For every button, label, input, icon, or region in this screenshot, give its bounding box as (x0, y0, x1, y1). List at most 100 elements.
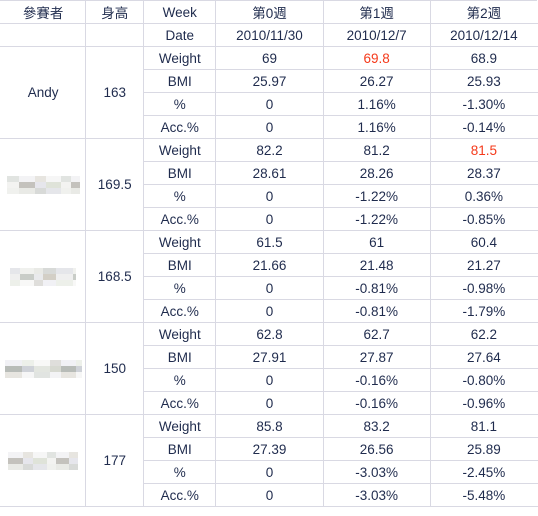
redaction-tile (45, 188, 61, 194)
redaction-tile (23, 464, 34, 470)
participant-name-3 (0, 322, 87, 415)
cell-bmi-p4-w1: 26.56 (322, 437, 431, 461)
redaction-tile (56, 464, 70, 470)
column-header-week-0: 第0週 (215, 0, 324, 24)
redaction-tile (33, 464, 48, 470)
cell-bmi-p3-w0: 27.91 (215, 345, 324, 369)
week-date-0: 2010/11/30 (215, 23, 324, 47)
cell-bmi-p4-w2: 25.89 (429, 437, 538, 461)
metric-label-weight: Weight (143, 46, 217, 70)
cell-pct-p3-w1: -0.16% (322, 368, 431, 392)
cell-bmi-p1-w1: 28.26 (322, 161, 431, 185)
cell-weight-p3-w1: 62.7 (322, 322, 431, 346)
metric-label-bmi: BMI (143, 437, 217, 461)
cell-weight-p2-w2: 60.4 (429, 230, 538, 254)
cell-pct-p3-w2: -0.80% (429, 368, 538, 392)
cell-bmi-p2-w0: 21.66 (215, 253, 324, 277)
redaction-tile (6, 188, 19, 194)
cell-acc-p2-w1: -0.81% (322, 299, 431, 323)
metric-label-acc: Acc.% (143, 483, 217, 507)
cell-weight-p1-w0: 82.2 (215, 138, 324, 162)
table-row: 177 Weight 85.8 83.2 81.1 (0, 414, 538, 507)
redaction-tile (75, 372, 82, 378)
metric-label-pct: % (143, 92, 217, 116)
cell-weight-p4-w1: 83.2 (322, 414, 431, 438)
cell-bmi-p2-w1: 21.48 (322, 253, 431, 277)
header-spacer-name (0, 23, 87, 47)
metric-label-bmi: BMI (143, 69, 217, 93)
cell-bmi-p1-w2: 28.37 (429, 161, 538, 185)
cell-weight-p2-w0: 61.5 (215, 230, 324, 254)
cell-weight-p2-w1: 61 (322, 230, 431, 254)
cell-pct-p2-w0: 0 (215, 276, 324, 300)
participant-height-3: 150 (85, 322, 145, 415)
table-row: 168.5 Weight 61.5 61 60.4 (0, 230, 538, 323)
cell-weight-p1-w1: 81.2 (322, 138, 431, 162)
cell-pct-p2-w2: -0.98% (429, 276, 538, 300)
cell-weight-p3-w0: 62.8 (215, 322, 324, 346)
cell-pct-p1-w0: 0 (215, 184, 324, 208)
cell-pct-p2-w1: -0.81% (322, 276, 431, 300)
metric-label-pct: % (143, 184, 217, 208)
cell-bmi-p0-w0: 25.97 (215, 69, 324, 93)
column-header-name: 參賽者 (0, 0, 87, 24)
metric-label-acc: Acc.% (143, 115, 217, 139)
redaction-tile (69, 464, 79, 470)
cell-pct-p4-w1: -3.03% (322, 460, 431, 484)
participant-name-1 (0, 138, 87, 231)
redaction-tile (33, 372, 50, 378)
column-header-week-2: 第2週 (429, 0, 538, 24)
weight-tracking-table: 參賽者 身高 Week 第0週 第1週 第2週 Date 2010/11/30 2010/12/… (0, 0, 538, 507)
metric-label-pct: % (143, 368, 217, 392)
cell-pct-p1-w1: -1.22% (322, 184, 431, 208)
header-row-date: Date 2010/11/30 2010/12/7 2010/12/14 (0, 23, 538, 47)
redaction-tile (70, 188, 80, 194)
participant-height-1: 169.5 (85, 138, 145, 231)
participant-name-0: Andy (0, 46, 87, 139)
header-spacer-height (85, 23, 145, 47)
redaction-tile (60, 372, 76, 378)
metric-label-weight: Weight (143, 230, 217, 254)
week-date-1: 2010/12/7 (322, 23, 431, 47)
cell-weight-p0-w0: 69 (215, 46, 324, 70)
cell-acc-p1-w1: -1.22% (322, 207, 431, 231)
cell-acc-p1-w2: -0.85% (429, 207, 538, 231)
metric-label-pct: % (143, 276, 217, 300)
redaction-tile (4, 372, 22, 378)
cell-weight-p3-w2: 62.2 (429, 322, 538, 346)
cell-acc-p0-w1: 1.16% (322, 115, 431, 139)
cell-acc-p1-w0: 0 (215, 207, 324, 231)
redaction-tile (49, 372, 61, 378)
cell-weight-p4-w0: 85.8 (215, 414, 324, 438)
cell-acc-p3-w0: 0 (215, 391, 324, 415)
cell-bmi-p4-w0: 27.39 (215, 437, 324, 461)
participant-height-0: 163 (85, 46, 145, 139)
cell-pct-p4-w2: -2.45% (429, 460, 538, 484)
metric-label-acc: Acc.% (143, 299, 217, 323)
cell-acc-p3-w2: -0.96% (429, 391, 538, 415)
table-row: Andy 163 Weight 69 69.8 68.9 (0, 46, 538, 139)
redaction-tile (20, 280, 35, 286)
cell-acc-p0-w0: 0 (215, 115, 324, 139)
cell-bmi-p3-w1: 27.87 (322, 345, 431, 369)
header-row-week: 參賽者 身高 Week 第0週 第1週 第2週 (0, 0, 538, 24)
participant-name-2 (0, 230, 87, 323)
redacted-name-block (6, 176, 80, 194)
cell-pct-p0-w1: 1.16% (322, 92, 431, 116)
participant-height-4: 177 (85, 414, 145, 507)
cell-weight-p0-w2: 68.9 (429, 46, 538, 70)
cell-pct-p0-w0: 0 (215, 92, 324, 116)
week-date-2: 2010/12/14 (429, 23, 538, 47)
redaction-tile (8, 464, 24, 470)
cell-pct-p4-w0: 0 (215, 460, 324, 484)
cut-off-footnote (0, 507, 538, 516)
redaction-tile (34, 280, 44, 286)
redaction-tile (18, 188, 35, 194)
cell-weight-p4-w2: 81.1 (429, 414, 538, 438)
cell-bmi-p1-w0: 28.61 (215, 161, 324, 185)
table-row: 169.5 Weight 82.2 81.2 81.5 (0, 138, 538, 231)
column-header-week-1: 第1週 (322, 0, 431, 24)
cell-acc-p2-w0: 0 (215, 299, 324, 323)
column-header-height: 身高 (85, 0, 145, 24)
metric-label-acc: Acc.% (143, 391, 217, 415)
